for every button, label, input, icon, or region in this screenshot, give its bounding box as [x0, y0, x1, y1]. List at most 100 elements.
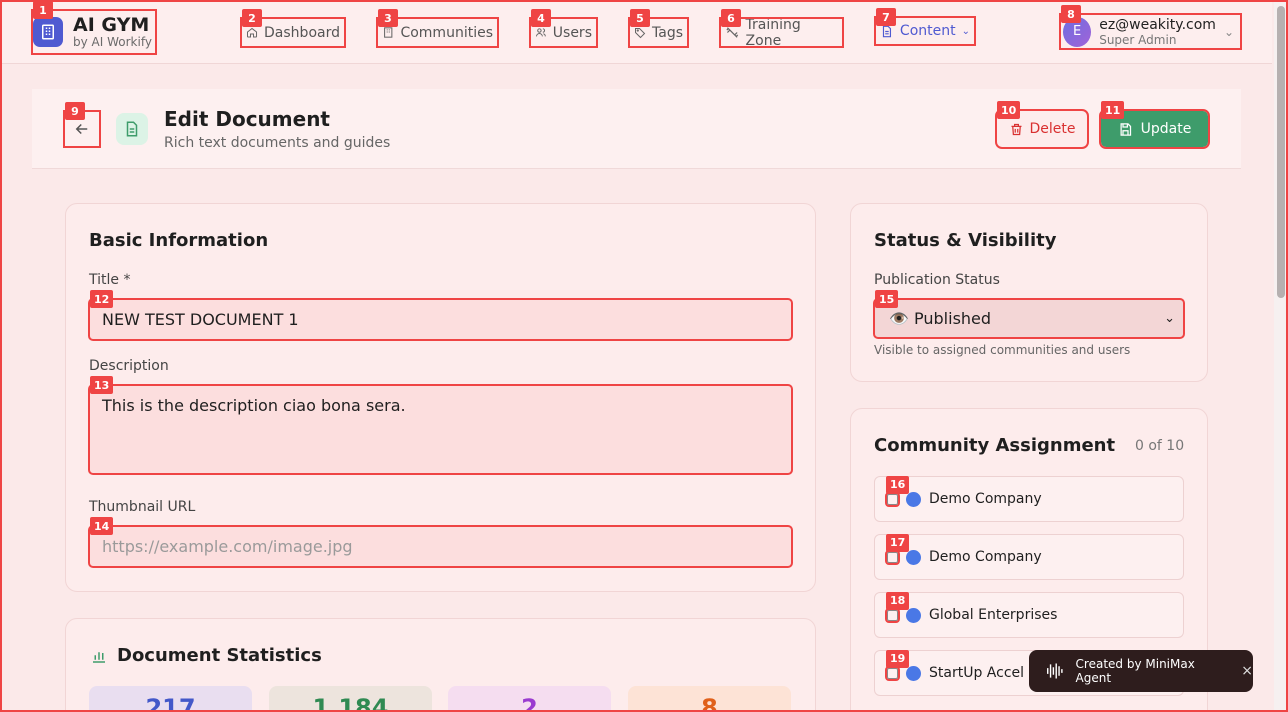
marker-label: 2	[242, 9, 262, 27]
user-role: Super Admin	[1099, 32, 1177, 47]
community-count: 0 of 10	[1135, 438, 1185, 454]
community-color-dot	[906, 491, 921, 507]
nav-communities[interactable]: 3 Communities	[376, 9, 499, 48]
publication-status-select[interactable]: 15 👁️ Published ⌄	[873, 290, 1185, 339]
stat-communities: 2	[448, 686, 611, 712]
user-menu[interactable]: 8 E ez@weakity.com Super Admin ⌄	[1059, 5, 1242, 50]
publication-status-label: Publication Status	[874, 272, 1000, 288]
title-input[interactable]: 12 NEW TEST DOCUMENT 1	[88, 290, 793, 341]
update-button[interactable]: 11 Update	[1099, 101, 1210, 149]
community-name: StartUp Accel	[929, 665, 1025, 681]
back-button[interactable]: 9	[63, 102, 101, 148]
marker-label: 4	[531, 9, 551, 27]
description-label: Description	[89, 358, 169, 374]
marker-label: 3	[378, 9, 398, 27]
chevron-down-icon: ⌄	[1223, 24, 1234, 39]
bar-chart-icon	[93, 652, 105, 663]
nav-training-zone[interactable]: 6 Training Zone	[719, 9, 844, 49]
page-subtitle: Rich text documents and guides	[164, 135, 391, 151]
arrow-left-icon	[75, 123, 88, 135]
marker-label: 15	[875, 290, 899, 308]
nav-label: Users	[552, 24, 592, 41]
thumbnail-url-input[interactable]: 14 https://example.com/image.jpg	[88, 517, 793, 568]
tag-icon	[635, 28, 646, 39]
home-icon	[247, 27, 258, 38]
community-item[interactable]: 18 Global Enterprises	[874, 591, 1184, 638]
status-value: 👁️ Published	[889, 309, 992, 328]
marker-label: 13	[90, 376, 114, 394]
building-icon	[384, 27, 393, 38]
stat-reads: 1,184	[269, 686, 432, 712]
basic-info-heading: Basic Information	[89, 230, 269, 251]
community-name: Global Enterprises	[929, 607, 1058, 623]
nav-label: Tags	[652, 24, 683, 41]
community-name: Demo Company	[929, 491, 1042, 507]
audio-wave-icon	[1047, 663, 1063, 679]
marker-label: 9	[65, 102, 85, 120]
marker-label: 1	[33, 1, 53, 19]
community-checkbox[interactable]: 16	[885, 475, 910, 507]
nav-users[interactable]: 4 Users	[529, 9, 598, 48]
document-type-icon	[116, 113, 148, 145]
nav-label: Training Zone	[745, 16, 801, 49]
delete-button[interactable]: 10 Delete	[995, 101, 1089, 149]
marker-label: 17	[886, 533, 910, 552]
status-heading: Status & Visibility	[874, 230, 1057, 251]
thumbnail-placeholder: https://example.com/image.jpg	[102, 537, 353, 556]
close-icon[interactable]: ×	[1241, 663, 1253, 679]
community-color-dot	[906, 607, 921, 623]
building-logo-icon	[33, 17, 63, 47]
marker-label: 10	[997, 101, 1021, 119]
marker-label: 6	[721, 9, 741, 27]
description-textarea[interactable]: 13 This is the description ciao bona ser…	[88, 376, 793, 475]
chevron-down-icon: ⌄	[961, 25, 970, 37]
marker-label: 16	[886, 475, 910, 494]
marker-label: 8	[1061, 5, 1081, 23]
trash-icon	[1011, 123, 1021, 135]
nav-tags[interactable]: 5 Tags	[628, 9, 689, 48]
community-item[interactable]: 17 Demo Company	[874, 533, 1184, 580]
marker-label: 11	[1101, 101, 1125, 119]
delete-label: Delete	[1029, 121, 1076, 137]
save-icon	[1120, 122, 1131, 136]
dumbbell-icon	[726, 27, 739, 38]
update-label: Update	[1140, 121, 1192, 137]
marker-label: 12	[90, 290, 114, 308]
community-checkbox[interactable]: 18	[885, 591, 910, 623]
marker-label: 14	[90, 517, 114, 535]
app-subtitle: by AI Workify	[73, 35, 152, 49]
app-title: AI GYM	[73, 14, 150, 36]
created-by-toast: Created by MiniMax Agent ×	[1029, 650, 1253, 692]
nav-label: Dashboard	[264, 24, 340, 41]
community-checkbox[interactable]: 17	[885, 533, 910, 565]
nav-label: Content	[899, 23, 956, 39]
thumbnail-label: Thumbnail URL	[89, 499, 196, 515]
title-value: NEW TEST DOCUMENT 1	[102, 310, 299, 329]
nav-label: Communities	[400, 24, 493, 41]
description-value: This is the description ciao bona sera.	[102, 396, 406, 415]
title-label: Title *	[89, 272, 131, 288]
community-heading: Community Assignment	[874, 435, 1116, 456]
statistics-heading: Document Statistics	[117, 645, 322, 666]
app-logo[interactable]: 1 AI GYM by AI Workify	[31, 1, 157, 55]
user-email: ez@weakity.com	[1099, 16, 1216, 33]
nav-content-dropdown[interactable]: 7 Content ⌄	[874, 8, 976, 46]
users-icon	[535, 28, 546, 37]
marker-label: 5	[630, 9, 650, 27]
marker-label: 19	[886, 649, 910, 668]
community-checkbox[interactable]: 19	[885, 649, 910, 681]
stat-tags: 8	[628, 686, 791, 712]
stat-views: 217	[89, 686, 252, 712]
community-name: Demo Company	[929, 549, 1042, 565]
community-color-dot	[906, 665, 921, 681]
nav-dashboard[interactable]: 2 Dashboard	[240, 9, 346, 48]
status-hint: Visible to assigned communities and user…	[874, 343, 1131, 357]
community-item[interactable]: 16 Demo Company	[874, 475, 1184, 522]
chevron-down-icon: ⌄	[1164, 311, 1175, 326]
page-title: Edit Document	[164, 107, 330, 131]
marker-label: 7	[876, 8, 896, 26]
toast-text: Created by MiniMax Agent	[1075, 657, 1195, 685]
community-color-dot	[906, 549, 921, 565]
scrollbar-thumb[interactable]	[1277, 6, 1285, 298]
marker-label: 18	[886, 591, 910, 610]
